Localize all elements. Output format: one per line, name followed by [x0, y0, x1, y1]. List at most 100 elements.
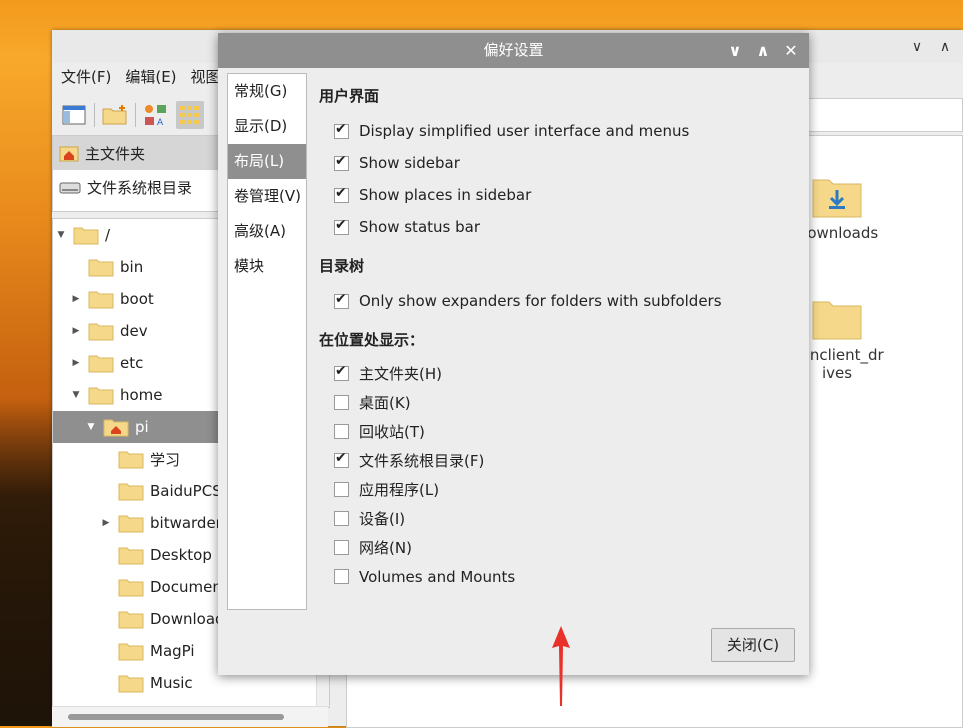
menu-edit[interactable]: 编辑(E): [125, 66, 176, 90]
folder-icon: [118, 611, 144, 629]
folder-icon: [88, 355, 114, 373]
folder-icon: [88, 291, 114, 309]
svg-text:A: A: [157, 118, 164, 127]
preferences-tab[interactable]: 布局(L): [228, 144, 306, 179]
checkbox[interactable]: [334, 511, 349, 526]
view-mode-button[interactable]: A: [142, 101, 170, 129]
option-row: 文件系统根目录(F): [319, 446, 799, 475]
new-window-button[interactable]: [60, 101, 88, 129]
folder-icon: [88, 387, 114, 405]
minimize-icon[interactable]: ∨: [907, 39, 927, 55]
new-folder-button[interactable]: [101, 101, 129, 129]
tree-row-label: MagPi: [150, 642, 195, 660]
checkbox[interactable]: [334, 482, 349, 497]
option-label: Only show expanders for folders with sub…: [359, 292, 722, 310]
tree-row-label: bitwarden: [150, 514, 226, 532]
new-folder-icon: [102, 105, 127, 125]
tree-row-label: dev: [120, 322, 148, 340]
place-root[interactable]: 文件系统根目录: [53, 170, 219, 204]
expander-open-icon[interactable]: ▼: [85, 422, 97, 432]
checkbox[interactable]: [334, 450, 349, 468]
menu-view[interactable]: 视图: [191, 66, 221, 90]
checkbox[interactable]: [334, 395, 349, 410]
option-row: 主文件夹(H): [319, 359, 799, 388]
tree-horizontal-scrollbar[interactable]: [52, 706, 328, 727]
option-row: Display simplified user interface and me…: [319, 115, 799, 147]
close-icon[interactable]: ✕: [783, 33, 799, 68]
expander-open-icon[interactable]: ▼: [70, 390, 82, 400]
toolbar: A: [52, 98, 230, 132]
icon-view-button[interactable]: [176, 101, 204, 129]
expander-closed-icon[interactable]: ▶: [70, 294, 82, 304]
downloads-folder-icon: [812, 179, 862, 218]
thumbnail-view-icon: A: [145, 105, 166, 127]
dialog-title: 偏好设置: [483, 41, 544, 59]
option-row: Show sidebar: [319, 147, 799, 179]
preferences-tab[interactable]: 显示(D): [228, 109, 306, 144]
close-button[interactable]: 关闭(C): [711, 628, 795, 662]
checkbox[interactable]: [334, 217, 349, 235]
option-row: Volumes and Mounts: [319, 562, 799, 591]
option-label: 应用程序(L): [359, 481, 440, 499]
tree-row-label: boot: [120, 290, 154, 308]
place-label: 文件系统根目录: [87, 178, 193, 197]
folder-icon: [118, 643, 144, 661]
checkbox[interactable]: [334, 540, 349, 555]
expander-closed-icon[interactable]: ▶: [70, 358, 82, 368]
tree-row-label: /: [105, 226, 111, 244]
option-label: 设备(I): [359, 510, 406, 528]
grid-icon: [180, 106, 199, 124]
checkbox[interactable]: [334, 569, 349, 584]
expander-closed-icon[interactable]: ▶: [100, 518, 112, 528]
tree-row-label: Download: [150, 610, 225, 628]
checkbox[interactable]: [334, 153, 349, 171]
minimize-icon[interactable]: ∨: [727, 33, 743, 68]
dialog-titlebar: 偏好设置 ∨ ∧ ✕: [218, 33, 809, 68]
preferences-tab[interactable]: 卷管理(V): [228, 179, 306, 214]
expander-open-icon[interactable]: ▼: [55, 230, 67, 240]
tree-row-label: etc: [120, 354, 144, 372]
folder-icon: [118, 483, 144, 501]
option-label: 桌面(K): [359, 394, 411, 412]
folder-icon: [118, 579, 144, 597]
menu-file[interactable]: 文件(F): [61, 66, 111, 90]
folder-icon: [118, 547, 144, 565]
option-label: 回收站(T): [359, 423, 425, 441]
option-row: 应用程序(L): [319, 475, 799, 504]
folder-icon: [88, 323, 114, 341]
menubar: 文件(F) 编辑(E) 视图: [52, 66, 221, 90]
section-title-tree: 目录树: [319, 257, 365, 275]
checkbox[interactable]: [334, 424, 349, 439]
option-row: 网络(N): [319, 533, 799, 562]
tree-row-label: bin: [120, 258, 144, 276]
tree-row-label: home: [120, 386, 163, 404]
option-row: 回收站(T): [319, 417, 799, 446]
option-row: Show status bar: [319, 211, 799, 243]
option-label: Show status bar: [359, 218, 480, 236]
tree-row-label: Music: [150, 674, 193, 692]
section-title-ui: 用户界面: [319, 87, 380, 105]
checkbox[interactable]: [334, 121, 349, 139]
option-row: 桌面(K): [319, 388, 799, 417]
tree-row-label: pi: [135, 418, 149, 436]
preferences-tab[interactable]: 模块: [228, 249, 306, 284]
maximize-icon[interactable]: ∧: [935, 39, 955, 55]
preferences-tab[interactable]: 高级(A): [228, 214, 306, 249]
place-home[interactable]: 主文件夹: [53, 136, 219, 170]
expander-closed-icon[interactable]: ▶: [70, 326, 82, 336]
option-label: Show places in sidebar: [359, 186, 532, 204]
preferences-tab-list: 常规(G) 显示(D) 布局(L) 卷管理(V) 高级(A) 模块: [227, 73, 307, 610]
checkbox[interactable]: [334, 291, 349, 309]
folder-icon: [812, 301, 862, 340]
preferences-dialog: 偏好设置 ∨ ∧ ✕ 常规(G) 显示(D) 布局(L) 卷管理(V) 高级(A) 模块 …: [218, 33, 809, 706]
checkbox[interactable]: [334, 363, 349, 381]
option-row: 设备(I): [319, 504, 799, 533]
tree-row-label: 学习: [150, 450, 181, 469]
checkbox[interactable]: [334, 185, 349, 203]
layout-settings: 用户界面 Display simplified user interface a…: [319, 85, 799, 591]
folder-icon: [73, 227, 99, 245]
drive-icon: [59, 182, 81, 194]
preferences-tab[interactable]: 常规(G): [228, 74, 306, 109]
home-folder-icon: [103, 419, 129, 437]
maximize-icon[interactable]: ∧: [755, 33, 771, 68]
